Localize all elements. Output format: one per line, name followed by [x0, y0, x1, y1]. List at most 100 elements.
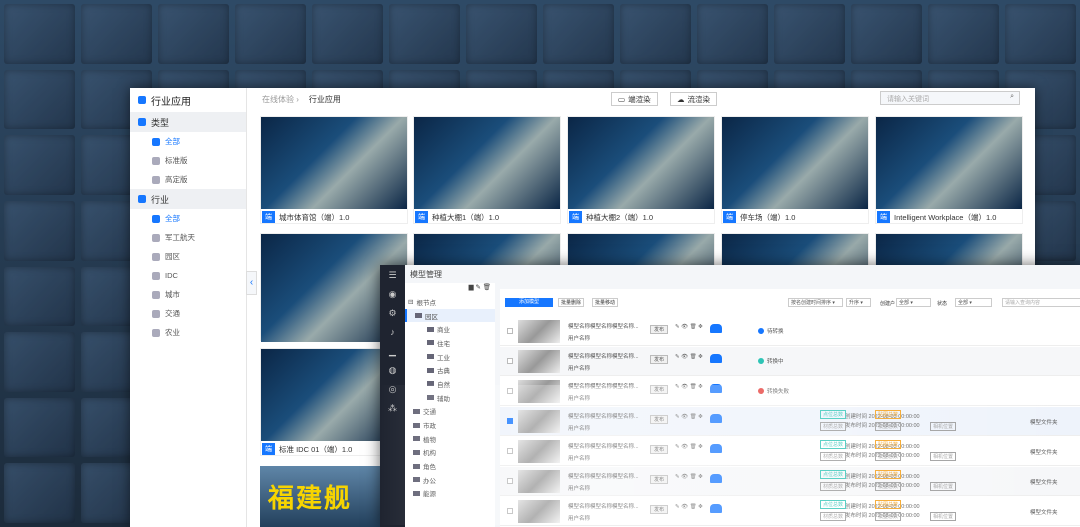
- list-icon: [138, 118, 146, 126]
- camera-model-thumbnail: [518, 350, 560, 373]
- industry-item[interactable]: 全部: [130, 209, 246, 228]
- group-type[interactable]: 类型: [130, 112, 246, 132]
- card-title: 城市体育馆（端）1.0: [279, 212, 350, 222]
- card-label: 端 Intelligent Workplace（端）1.0: [876, 209, 1022, 225]
- light-overlay: [380, 385, 1080, 525]
- grid-icon: [138, 96, 146, 104]
- tree-node[interactable]: ⊟ 根节点: [405, 295, 495, 309]
- row-checkbox[interactable]: [507, 328, 513, 334]
- collapse-sidebar-button[interactable]: ‹: [246, 271, 257, 295]
- card-thumbnail: [414, 117, 560, 209]
- row-checkbox[interactable]: [507, 358, 513, 364]
- model-thumbnail: [774, 4, 845, 64]
- collapse-icon[interactable]: ⊟: [408, 298, 413, 306]
- order-select[interactable]: 升序 ▾: [846, 298, 871, 307]
- type-item-standard[interactable]: 标准版: [130, 151, 246, 170]
- globe-icon[interactable]: ◍: [388, 365, 398, 379]
- query-placeholder: 请输入查询内容: [1005, 300, 1041, 306]
- node-label: 住宅: [437, 340, 450, 348]
- select-value: 升序: [849, 300, 860, 306]
- item-label: 高定版: [165, 175, 188, 184]
- type-item-custom[interactable]: 高定版: [130, 170, 246, 189]
- industry-item[interactable]: 交通: [130, 304, 246, 323]
- tree-node[interactable]: 园区: [405, 308, 495, 323]
- delete-icon[interactable]: 🗑: [483, 284, 491, 291]
- search-input[interactable]: 请输入关键词 ⌕: [880, 91, 1020, 105]
- button-label: 端渲染: [628, 94, 651, 104]
- tree-node[interactable]: 古典: [405, 363, 495, 377]
- industry-item[interactable]: IDC: [130, 266, 246, 285]
- tree-node[interactable]: 住宅: [405, 336, 495, 350]
- query-input[interactable]: 请输入查询内容: [1002, 298, 1080, 307]
- app-card[interactable]: 端停车场（端）1.0: [721, 116, 869, 224]
- breadcrumb-current: 行业应用: [308, 95, 341, 104]
- banner-text: 福建舰: [268, 483, 353, 513]
- model-management-window: ☰◉⚙♪▁◍◎⁂ 模型管理 ▆ ✎ 🗑 ⊟根节点园区商业住宅工业古典自然辅助交通…: [380, 265, 1080, 527]
- breadcrumb-root[interactable]: 在线体验: [262, 95, 294, 104]
- folder-icon: [427, 340, 434, 346]
- group-industry[interactable]: 行业: [130, 189, 246, 209]
- publish-button[interactable]: 发布: [650, 355, 669, 364]
- select-value: 全部: [958, 300, 969, 306]
- sidebar-header: 行业应用: [130, 88, 246, 112]
- industry-item[interactable]: 农业: [130, 323, 246, 342]
- category-icon: [152, 271, 160, 280]
- menu-icon[interactable]: ☰: [388, 270, 398, 284]
- tree-toolbar: ▆ ✎ 🗑: [405, 283, 495, 295]
- model-thumbnail: [4, 69, 75, 130]
- app-card[interactable]: 端种植大棚2（端）1.0: [567, 116, 715, 224]
- render-type-tag: 端: [723, 211, 736, 223]
- model-thumbnail: [851, 4, 922, 64]
- window-title: 模型管理: [410, 270, 442, 279]
- type-item-all[interactable]: 全部: [130, 132, 246, 151]
- location-icon[interactable]: ◉: [388, 289, 398, 303]
- edge-render-button[interactable]: ▭ 端渲染: [611, 92, 658, 106]
- card-thumbnail: [876, 117, 1022, 209]
- industry-item[interactable]: 城市: [130, 285, 246, 304]
- industry-item[interactable]: 园区: [130, 247, 246, 266]
- model-thumbnail: [4, 266, 75, 327]
- search-icon[interactable]: ⌕: [1010, 93, 1014, 101]
- node-label: 园区: [425, 313, 438, 321]
- monitor-icon: ▭: [618, 94, 626, 104]
- bell-icon[interactable]: ♪: [388, 327, 398, 341]
- category-icon: [152, 309, 160, 318]
- render-type-tag: 端: [569, 211, 582, 223]
- status-label: 状态: [937, 301, 948, 307]
- industry-item[interactable]: 军工航天: [130, 228, 246, 247]
- batch-move-button[interactable]: 批量移动: [592, 298, 619, 307]
- node-label: 古典: [437, 368, 450, 376]
- creator-select[interactable]: 全部 ▾: [896, 298, 931, 307]
- sort-select[interactable]: 按名创建时间排序 ▾: [788, 298, 843, 307]
- model-thumbnail: [543, 4, 614, 64]
- card-label: 端种植大棚2（端）1.0: [568, 209, 714, 225]
- card-title: 种植大棚1（端）1.0: [432, 212, 500, 222]
- stream-render-button[interactable]: ☁ 流渲染: [670, 92, 717, 106]
- edit-icon[interactable]: ✎: [475, 284, 480, 291]
- user-name: 用户名称: [568, 336, 591, 342]
- item-label: 军工航天: [165, 233, 195, 242]
- tree-node[interactable]: 商业: [405, 322, 495, 336]
- chart-icon[interactable]: ▁: [388, 346, 398, 360]
- breadcrumb: 在线体验 › 行业应用: [262, 94, 341, 105]
- item-label: 城市: [165, 290, 180, 299]
- add-model-button[interactable]: 添加模型: [505, 298, 553, 307]
- settings-icon[interactable]: ⚙: [388, 308, 398, 322]
- render-type-tag: 端: [262, 211, 275, 223]
- tree-node[interactable]: 工业: [405, 350, 495, 364]
- new-folder-icon[interactable]: ▆: [469, 284, 474, 291]
- batch-delete-button[interactable]: 批量删除: [558, 298, 585, 307]
- folder-icon: [427, 326, 434, 332]
- app-card[interactable]: 端 Intelligent Workplace（端）1.0: [875, 116, 1023, 224]
- model-thumbnail: [4, 135, 75, 195]
- folder-icon: [415, 313, 422, 319]
- select-value: 全部: [899, 300, 910, 306]
- status-select[interactable]: 全部 ▾: [955, 298, 992, 307]
- card-title: Intelligent Workplace（端）1.0: [894, 212, 997, 222]
- publish-button[interactable]: 发布: [650, 325, 669, 334]
- button-label: 批量移动: [595, 300, 616, 306]
- conversion-status: 待转换: [758, 327, 784, 335]
- app-card[interactable]: 端种植大棚1（端）1.0: [413, 116, 561, 224]
- model-thumbnail: [4, 397, 75, 458]
- app-card[interactable]: 端城市体育馆（端）1.0: [260, 116, 408, 224]
